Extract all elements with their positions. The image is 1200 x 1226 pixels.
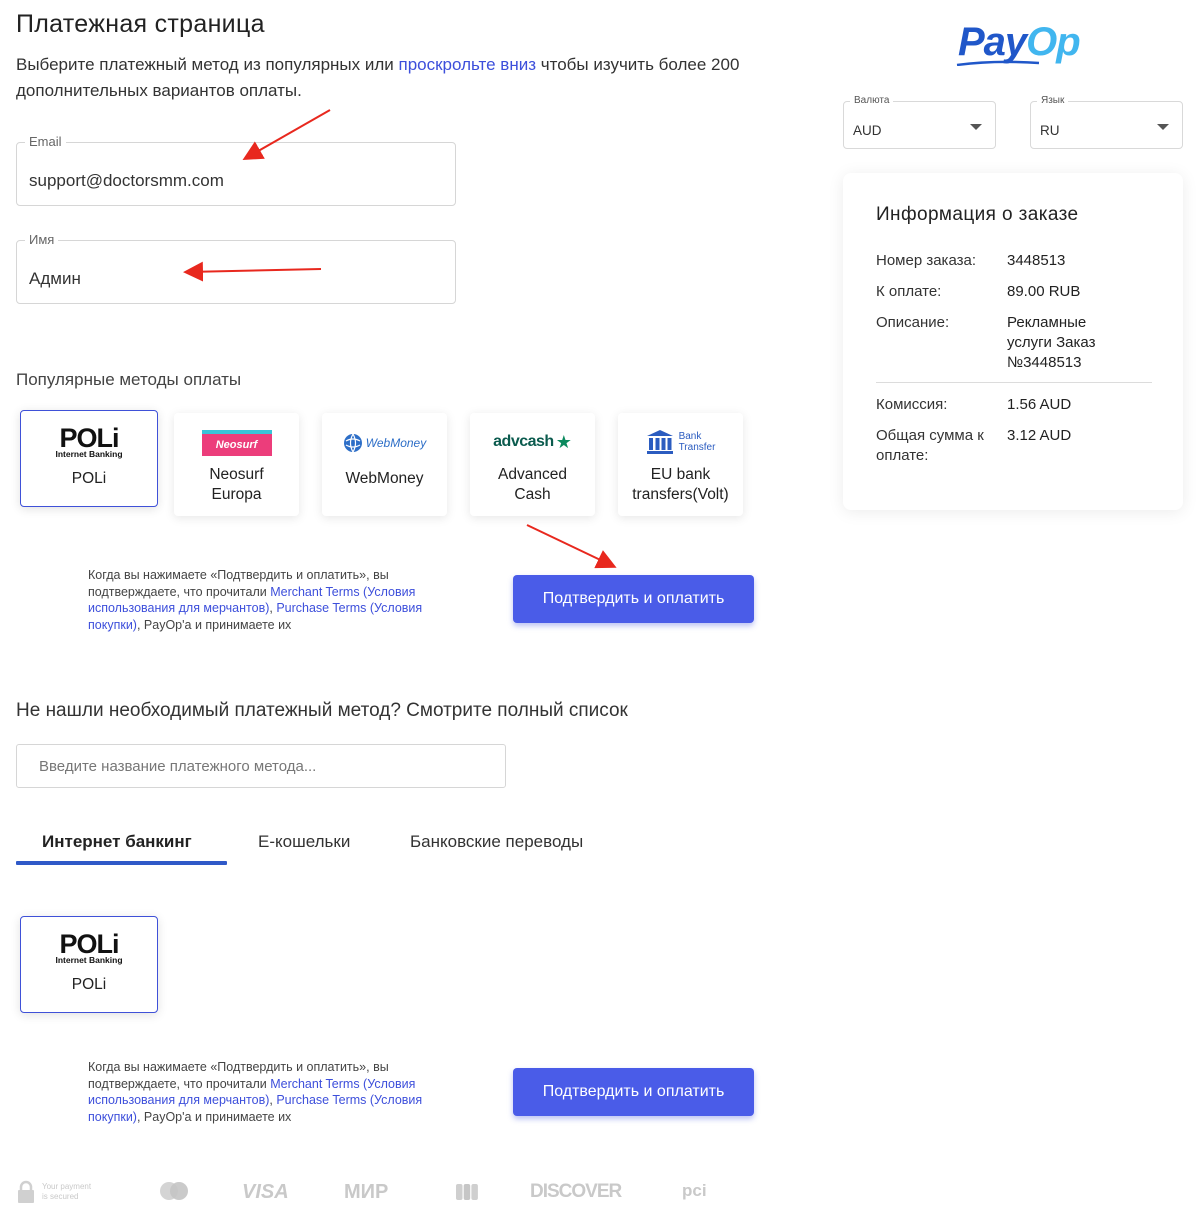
annotation-arrow-email [242,109,331,160]
annotation-arrow-confirm [526,524,617,569]
annotation-arrow-name [183,261,322,282]
annotation-arrows [183,109,617,569]
